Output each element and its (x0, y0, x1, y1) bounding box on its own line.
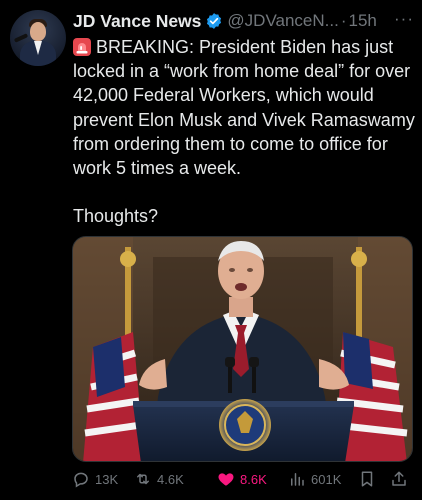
bookmark-button[interactable] (358, 470, 381, 488)
author-name[interactable]: JD Vance News (73, 11, 201, 32)
reply-count: 13K (95, 471, 119, 487)
views-count: 601K (311, 471, 342, 487)
siren-emoji-icon (73, 38, 91, 56)
like-button[interactable]: 8.6K (217, 470, 267, 488)
tweet-text: BREAKING: President Biden has just locke… (73, 35, 418, 229)
separator-dot: · (340, 11, 347, 30)
share-button[interactable] (390, 470, 413, 488)
like-icon (218, 473, 234, 486)
verified-badge-icon[interactable] (205, 12, 223, 30)
views-button[interactable]: 601K (288, 470, 341, 488)
repost-count: 4.6K (157, 471, 184, 487)
tweet-image[interactable] (72, 236, 413, 462)
repost-icon (137, 473, 149, 485)
bookmark-icon (361, 471, 373, 487)
tweet-body: BREAKING: President Biden has just locke… (73, 37, 415, 227)
reply-icon (74, 472, 88, 488)
author-handle[interactable]: @JDVanceN... (227, 11, 338, 31)
repost-button[interactable]: 4.6K (134, 470, 184, 488)
tweet-header: JD Vance News @JDVanceN... · 15h ··· (73, 9, 418, 33)
reply-button[interactable]: 13K (72, 470, 118, 488)
timestamp[interactable]: 15h (349, 11, 377, 31)
tweet-actions: 13K 4.6K 8.6K 601K (72, 470, 417, 494)
views-icon (291, 473, 304, 486)
more-icon[interactable]: ··· (394, 9, 414, 29)
like-count: 8.6K (240, 471, 267, 487)
avatar[interactable] (10, 10, 66, 66)
share-icon (392, 471, 406, 486)
